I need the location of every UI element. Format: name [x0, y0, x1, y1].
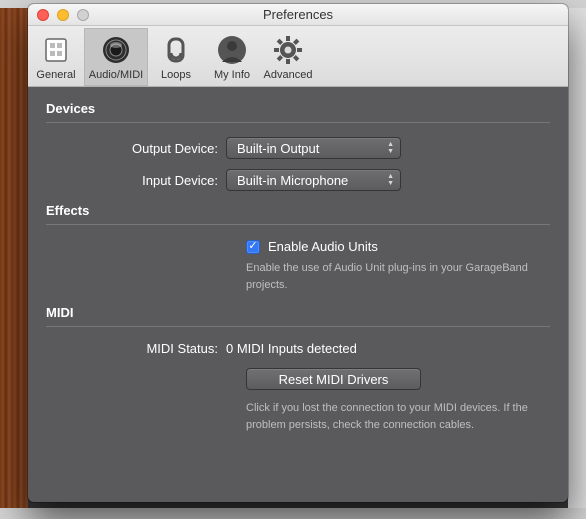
chevron-updown-icon: ▲▼	[387, 141, 394, 155]
tab-label: Advanced	[264, 69, 313, 81]
tab-audio-midi[interactable]: Audio/MIDI	[84, 28, 148, 86]
midi-status-label: MIDI Status:	[46, 341, 226, 356]
output-device-select[interactable]: Built-in Output ▲▼	[226, 137, 401, 159]
midi-status-row: MIDI Status: 0 MIDI Inputs detected	[46, 341, 550, 356]
background-wood-sidebar	[0, 8, 28, 508]
window-title: Preferences	[28, 7, 568, 22]
tab-label: Loops	[161, 69, 191, 81]
tab-label: General	[36, 69, 75, 81]
midi-status-value: 0 MIDI Inputs detected	[226, 341, 357, 356]
titlebar: Preferences	[28, 4, 568, 26]
preferences-content: Devices Output Device: Built-in Output ▲…	[28, 87, 568, 488]
reset-midi-drivers-label: Reset MIDI Drivers	[279, 372, 389, 387]
enable-audio-units-row: ✓ Enable Audio Units	[246, 239, 550, 254]
minimize-button[interactable]	[57, 9, 69, 21]
speaker-icon	[100, 34, 132, 66]
enable-audio-units-checkbox[interactable]: ✓	[246, 240, 260, 254]
zoom-button[interactable]	[77, 9, 89, 21]
output-device-label: Output Device:	[46, 141, 226, 156]
section-heading-effects: Effects	[46, 203, 550, 218]
background-window-bottom	[0, 508, 586, 519]
close-button[interactable]	[37, 9, 49, 21]
preferences-window: Preferences General	[28, 4, 568, 502]
tab-label: My Info	[214, 69, 250, 81]
tab-general[interactable]: General	[28, 28, 84, 86]
input-device-select[interactable]: Built-in Microphone ▲▼	[226, 169, 401, 191]
tab-my-info[interactable]: My Info	[204, 28, 260, 86]
tab-loops[interactable]: Loops	[148, 28, 204, 86]
section-heading-devices: Devices	[46, 101, 550, 116]
section-rule	[46, 122, 550, 123]
chevron-updown-icon: ▲▼	[387, 173, 394, 187]
audio-units-hint: Enable the use of Audio Unit plug-ins in…	[246, 260, 550, 293]
loops-icon	[160, 34, 192, 66]
gear-icon	[272, 34, 304, 66]
preferences-toolbar: General Audio/MIDI Loops	[28, 26, 568, 87]
input-device-label: Input Device:	[46, 173, 226, 188]
general-icon	[40, 34, 72, 66]
tab-label: Audio/MIDI	[89, 69, 143, 81]
output-device-row: Output Device: Built-in Output ▲▼	[46, 137, 550, 159]
check-icon: ✓	[248, 241, 257, 252]
output-device-value: Built-in Output	[237, 141, 319, 156]
input-device-value: Built-in Microphone	[237, 173, 348, 188]
input-device-row: Input Device: Built-in Microphone ▲▼	[46, 169, 550, 191]
reset-midi-drivers-button[interactable]: Reset MIDI Drivers	[246, 368, 421, 390]
section-heading-midi: MIDI	[46, 305, 550, 320]
section-rule	[46, 326, 550, 327]
tab-advanced[interactable]: Advanced	[260, 28, 316, 86]
window-controls	[28, 9, 89, 21]
section-rule	[46, 224, 550, 225]
person-icon	[216, 34, 248, 66]
enable-audio-units-label: Enable Audio Units	[268, 239, 378, 254]
midi-hint: Click if you lost the connection to your…	[246, 400, 550, 433]
